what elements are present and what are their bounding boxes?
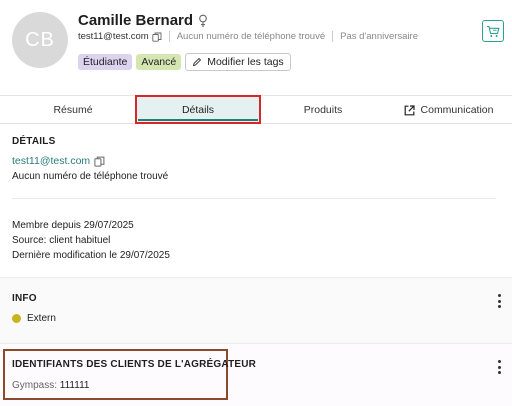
highlight-frame (3, 349, 228, 400)
header-email: test11@test.com (78, 31, 149, 42)
customer-header: CB Camille Bernard test11@test.com Aucun… (0, 0, 512, 95)
tag-advanced: Avancé (136, 54, 182, 70)
tab-products-label: Produits (303, 104, 343, 116)
contact-row: test11@test.com Aucun numéro de téléphon… (78, 31, 418, 42)
aggregator-section: IDENTIFIANTS DES CLIENTS DE L'AGRÉGATEUR… (0, 343, 512, 406)
aggregator-more-icon[interactable] (496, 360, 502, 374)
tab-details-label: Détails (181, 103, 215, 116)
status-dot (12, 314, 21, 323)
female-icon (199, 14, 207, 27)
tab-communication[interactable]: Communication (385, 96, 512, 124)
tab-products[interactable]: Produits (261, 96, 385, 124)
details-phone: Aucun numéro de téléphone trouvé (12, 171, 169, 182)
tags-row: Étudiante Avancé Modifier les tags (78, 53, 291, 71)
details-section: DÉTAILS test11@test.com Aucun numéro de … (0, 124, 512, 276)
info-more-icon[interactable] (496, 294, 502, 308)
header-birthday-status: Pas d'anniversaire (340, 31, 418, 42)
copy-icon[interactable] (152, 32, 162, 42)
status-row: Extern (12, 313, 56, 324)
edit-tags-button[interactable]: Modifier les tags (185, 53, 291, 71)
tab-resume-label: Résumé (53, 104, 93, 116)
source: Source: client habituel (12, 235, 111, 246)
tag-student: Étudiante (78, 54, 133, 70)
tab-communication-label: Communication (420, 104, 494, 116)
divider (12, 198, 496, 199)
tab-details[interactable]: Détails (135, 95, 261, 124)
pencil-icon (193, 57, 202, 67)
aggregator-entry: Gympass: 111111 (12, 380, 89, 391)
separator (332, 31, 334, 42)
aggregator-title: IDENTIFIANTS DES CLIENTS DE L'AGRÉGATEUR (12, 359, 257, 370)
status-label: Extern (27, 313, 56, 324)
member-since: Membre depuis 29/07/2025 (12, 220, 134, 231)
details-email[interactable]: test11@test.com (12, 155, 90, 167)
info-section: INFO Extern (0, 277, 512, 343)
aggregator-key: Gympass: (12, 380, 58, 391)
customer-name: Camille Bernard (78, 12, 194, 29)
details-title: DÉTAILS (12, 136, 56, 147)
aggregator-value: 111111 (59, 380, 90, 391)
tab-bar: Résumé Produits Communication Détails (0, 95, 512, 124)
name-row: Camille Bernard (78, 12, 208, 29)
info-title: INFO (12, 293, 37, 304)
copy-icon[interactable] (94, 156, 105, 167)
tab-resume[interactable]: Résumé (0, 96, 146, 124)
header-phone-status: Aucun numéro de téléphone trouvé (176, 31, 326, 42)
last-modified: Dernière modification le 29/07/2025 (12, 250, 170, 261)
edit-tags-label: Modifier les tags (207, 56, 284, 68)
avatar: CB (12, 12, 68, 68)
separator (168, 31, 170, 42)
details-email-row: test11@test.com (12, 155, 105, 167)
external-link-icon (404, 104, 415, 115)
cart-button[interactable] (482, 20, 504, 42)
cart-icon (487, 25, 500, 37)
